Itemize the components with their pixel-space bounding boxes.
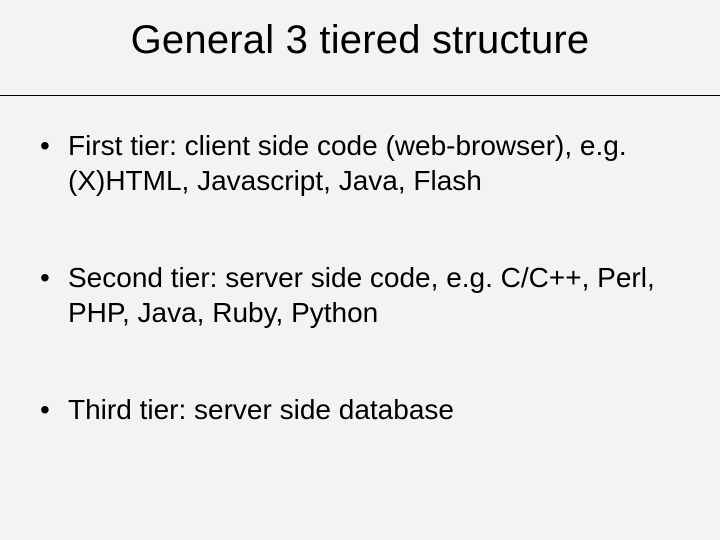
list-item: Second tier: server side code, e.g. C/C+… — [36, 260, 684, 330]
slide: General 3 tiered structure First tier: c… — [0, 0, 720, 540]
list-item: Third tier: server side database — [36, 392, 684, 427]
title-area: General 3 tiered structure — [0, 0, 720, 96]
slide-title: General 3 tiered structure — [131, 18, 590, 62]
slide-body: First tier: client side code (web-browse… — [36, 128, 684, 489]
list-item: First tier: client side code (web-browse… — [36, 128, 684, 198]
bullet-list: First tier: client side code (web-browse… — [36, 128, 684, 427]
